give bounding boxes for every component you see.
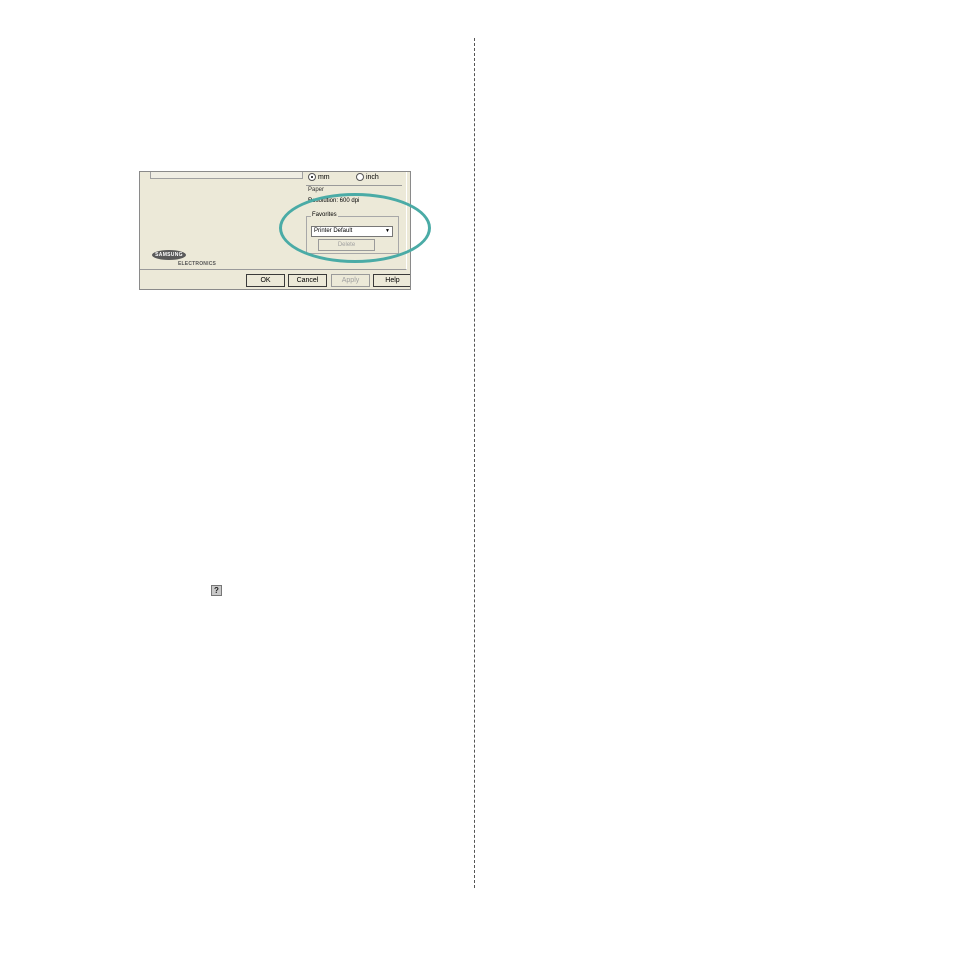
cancel-button[interactable]: Cancel bbox=[288, 274, 327, 287]
mm-radio[interactable] bbox=[308, 173, 316, 181]
preview-area bbox=[150, 172, 303, 179]
paper-info-label: Paper bbox=[308, 187, 325, 193]
unit-inch-option[interactable]: inch bbox=[356, 173, 379, 181]
inch-label: inch bbox=[365, 173, 379, 181]
question-mark-icon: ? bbox=[211, 585, 222, 596]
unit-mm-option[interactable]: mm bbox=[308, 173, 330, 181]
logo-subtitle: ELECTRONICS bbox=[178, 261, 217, 267]
ok-button[interactable]: OK bbox=[246, 274, 285, 287]
apply-button[interactable]: Apply bbox=[331, 274, 370, 287]
help-button[interactable]: Help bbox=[373, 274, 410, 287]
favorites-highlight-ring bbox=[279, 193, 431, 263]
inch-radio[interactable] bbox=[356, 173, 364, 181]
column-divider bbox=[474, 38, 475, 888]
samsung-logo: SAMSUNG ELECTRONICS bbox=[152, 250, 216, 268]
unit-selector: mm inch bbox=[306, 172, 402, 183]
logo-brand: SAMSUNG bbox=[152, 250, 186, 260]
mm-label: mm bbox=[317, 173, 330, 181]
